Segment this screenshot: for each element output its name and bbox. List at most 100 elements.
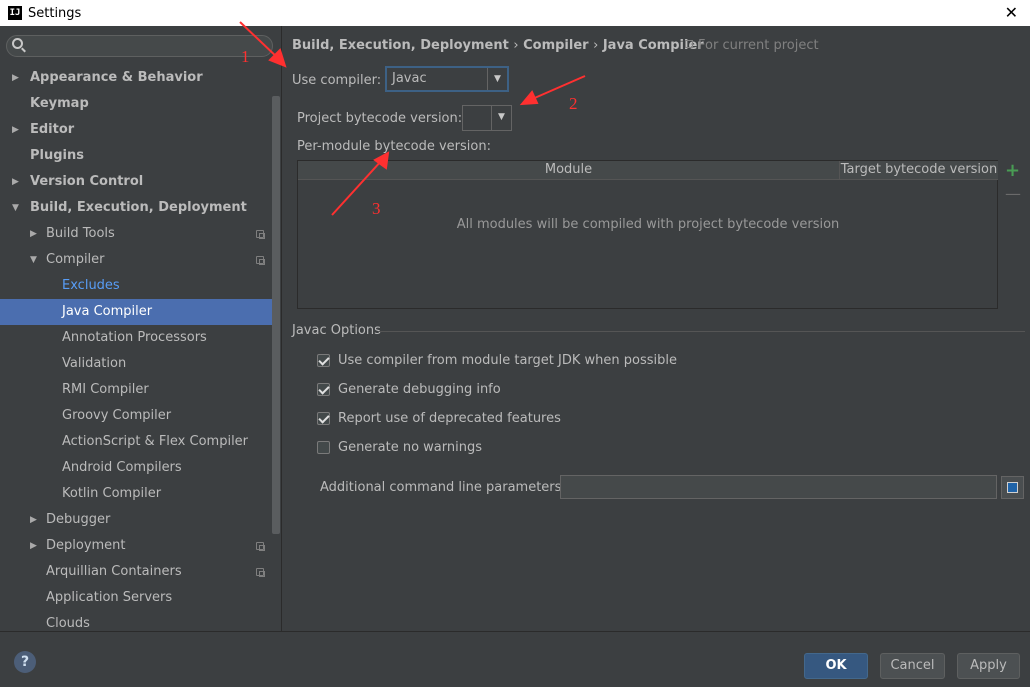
chevron-down-icon[interactable]: ▼ <box>12 195 22 221</box>
sidebar-item[interactable]: Kotlin Compiler <box>0 481 272 507</box>
breadcrumb-part: Compiler <box>523 38 589 53</box>
sidebar-item[interactable]: ▶ Editor <box>0 117 272 143</box>
sidebar-item-label: Excludes <box>62 278 120 293</box>
help-icon[interactable]: ? <box>14 651 36 673</box>
sidebar-item[interactable]: RMI Compiler <box>0 377 272 403</box>
group-divider <box>379 331 1025 332</box>
sidebar-item-label: Clouds <box>46 616 90 631</box>
sidebar-item[interactable]: Clouds <box>0 611 272 631</box>
breadcrumb: Build, Execution, Deployment › Compiler … <box>292 38 704 53</box>
table-header: Module Target bytecode version <box>298 161 998 180</box>
sidebar-item[interactable]: ▼ Compiler <box>0 247 272 273</box>
sidebar-item[interactable]: Plugins <box>0 143 272 169</box>
annotation-number-1: 1 <box>241 47 250 66</box>
dialog-footer: ? OK Cancel Apply <box>0 631 1030 687</box>
sidebar-item[interactable]: Annotation Processors <box>0 325 272 351</box>
sidebar-scrollbar[interactable] <box>272 96 280 534</box>
project-scope-icon <box>256 568 265 577</box>
chevron-right-icon[interactable]: ▶ <box>12 169 22 195</box>
column-header-module[interactable]: Module <box>298 162 839 177</box>
sidebar-item[interactable]: ActionScript & Flex Compiler <box>0 429 272 455</box>
sidebar-item-label: Android Compilers <box>62 460 182 475</box>
sidebar-item-label: Kotlin Compiler <box>62 486 162 501</box>
expand-icon <box>1007 482 1018 493</box>
use-compiler-value: Javac <box>392 71 427 86</box>
sidebar-item[interactable]: ▶ Deployment <box>0 533 272 559</box>
apply-button[interactable]: Apply <box>957 653 1020 679</box>
close-icon[interactable]: ✕ <box>1005 3 1018 22</box>
chevron-down-icon[interactable]: ▼ <box>30 247 40 273</box>
annotation-number-2: 2 <box>569 94 578 113</box>
scope-text: For current project <box>698 38 819 53</box>
sidebar-item[interactable]: ▶ Appearance & Behavior <box>0 65 272 91</box>
sidebar-item-label: Build, Execution, Deployment <box>30 200 247 215</box>
column-header-target[interactable]: Target bytecode version <box>839 161 998 180</box>
sidebar-item-label: Compiler <box>46 252 105 267</box>
sidebar-item[interactable]: Application Servers <box>0 585 272 611</box>
sidebar-item-label: Keymap <box>30 96 89 111</box>
empty-table-text: All modules will be compiled with projec… <box>456 217 840 232</box>
cancel-button[interactable]: Cancel <box>880 653 945 679</box>
chevron-right-icon[interactable]: ▶ <box>30 533 40 559</box>
sidebar-item-label: Annotation Processors <box>62 330 207 345</box>
breadcrumb-separator: › <box>593 38 599 53</box>
remove-icon[interactable]: — <box>1005 186 1021 202</box>
project-scope-icon <box>256 256 265 265</box>
option-deprecated-features[interactable]: Report use of deprecated features <box>317 408 561 428</box>
javac-options-title: Javac Options <box>292 323 381 338</box>
bytecode-version-label: Project bytecode version: <box>297 111 463 126</box>
checkbox[interactable] <box>317 353 330 367</box>
project-scope-icon <box>256 230 265 239</box>
option-module-target-jdk[interactable]: Use compiler from module target JDK when… <box>317 350 677 370</box>
sidebar-item-label: Editor <box>30 122 75 137</box>
project-scope-icon <box>256 542 265 551</box>
sidebar-item-label: Java Compiler <box>62 304 153 319</box>
checkbox-label: Generate no warnings <box>338 439 483 455</box>
sidebar-item[interactable]: ▶ Debugger <box>0 507 272 533</box>
sidebar-item-label: Debugger <box>46 512 111 527</box>
sidebar-item[interactable]: Arquillian Containers <box>0 559 272 585</box>
checkbox[interactable] <box>317 440 330 454</box>
checkbox-label: Generate debugging info <box>338 381 501 397</box>
per-module-label: Per-module bytecode version: <box>297 139 491 154</box>
sidebar-item[interactable]: Groovy Compiler <box>0 403 272 429</box>
sidebar-item[interactable]: Excludes <box>0 273 272 299</box>
ok-button[interactable]: OK <box>804 653 868 679</box>
sidebar-item-label: ActionScript & Flex Compiler <box>62 434 249 449</box>
chevron-right-icon[interactable]: ▶ <box>30 507 40 533</box>
sidebar-item[interactable]: Java Compiler <box>0 299 272 325</box>
settings-sidebar: ▶ Appearance & Behavior Keymap ▶ Editor Plugi… <box>0 26 282 631</box>
window-title: Settings <box>28 5 82 21</box>
chevron-right-icon[interactable]: ▶ <box>12 117 22 143</box>
sidebar-item-label: Application Servers <box>46 590 173 605</box>
sidebar-item-label: Version Control <box>30 174 144 189</box>
option-no-warnings[interactable]: Generate no warnings <box>317 437 482 457</box>
params-label: Additional command line parameters: <box>320 480 566 495</box>
option-debugging-info[interactable]: Generate debugging info <box>317 379 501 399</box>
sidebar-item[interactable]: Android Compilers <box>0 455 272 481</box>
expand-editor-button[interactable] <box>1001 476 1024 499</box>
params-input[interactable] <box>560 475 997 499</box>
chevron-right-icon[interactable]: ▶ <box>12 65 22 91</box>
settings-tree: ▶ Appearance & Behavior Keymap ▶ Editor Plugi… <box>0 65 272 631</box>
title-bar: IJ Settings ✕ <box>0 0 1030 26</box>
sidebar-item[interactable]: ▼ Build, Execution, Deployment <box>0 195 272 221</box>
chevron-down-icon: ▼ <box>491 106 511 130</box>
sidebar-item[interactable]: Keymap <box>0 91 272 117</box>
checkbox[interactable] <box>317 382 330 396</box>
search-icon <box>12 38 23 49</box>
sidebar-item-label: Deployment <box>46 538 126 553</box>
module-bytecode-table[interactable]: Module Target bytecode version All modul… <box>297 160 998 309</box>
checkbox-label: Report use of deprecated features <box>338 410 561 426</box>
sidebar-item-label: Build Tools <box>46 226 115 241</box>
bytecode-version-select[interactable]: ▼ <box>462 105 512 131</box>
add-icon[interactable]: + <box>1005 162 1020 180</box>
sidebar-item-label: Arquillian Containers <box>46 564 182 579</box>
sidebar-item[interactable]: ▶ Version Control <box>0 169 272 195</box>
use-compiler-select[interactable]: Javac ▼ <box>385 66 509 92</box>
sidebar-item[interactable]: Validation <box>0 351 272 377</box>
checkbox[interactable] <box>317 411 330 425</box>
chevron-right-icon[interactable]: ▶ <box>30 221 40 247</box>
search-input[interactable] <box>6 35 273 57</box>
sidebar-item[interactable]: ▶ Build Tools <box>0 221 272 247</box>
